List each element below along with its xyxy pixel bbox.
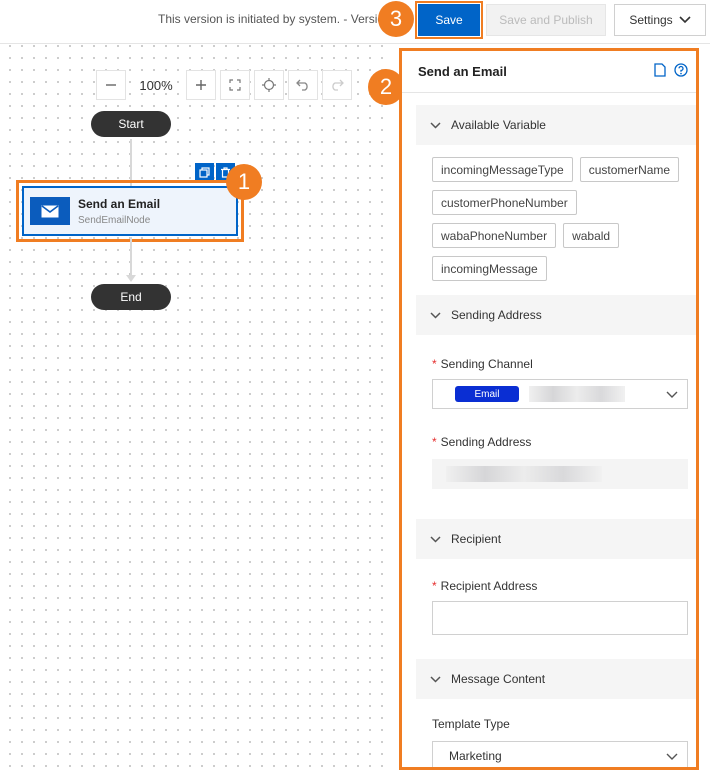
settings-button[interactable]: Settings — [614, 4, 706, 36]
chevron-down-icon — [679, 16, 691, 24]
callout-badge-3: 3 — [378, 1, 414, 37]
variable-tag[interactable]: wabaPhoneNumber — [432, 223, 557, 248]
chevron-down-icon — [430, 121, 441, 129]
recipient-address-input[interactable] — [432, 601, 688, 635]
crosshair-icon — [262, 78, 276, 92]
sending-channel-select[interactable]: Email — [432, 379, 688, 409]
copy-icon — [199, 167, 210, 178]
zoom-out-button[interactable] — [96, 70, 126, 100]
node-title: Send an Email — [78, 196, 161, 211]
section-title: Sending Address — [451, 308, 542, 322]
mail-icon — [30, 197, 70, 225]
channel-chip: Email — [455, 386, 519, 402]
section-message-content[interactable]: Message Content — [416, 659, 696, 699]
section-title: Message Content — [451, 672, 546, 686]
section-available-variable[interactable]: Available Variable — [416, 105, 696, 145]
settings-label: Settings — [629, 13, 673, 27]
redo-button[interactable] — [322, 70, 352, 100]
section-title: Recipient — [451, 532, 502, 546]
top-bar: This version is initiated by system. - V… — [0, 0, 710, 44]
callout-badge-1: 1 — [226, 164, 262, 200]
variable-tag[interactable]: customerName — [579, 157, 680, 182]
minus-icon — [106, 84, 116, 86]
zoom-toolbar: 100% — [96, 70, 352, 100]
section-recipient[interactable]: Recipient — [416, 519, 696, 559]
start-node[interactable]: Start — [91, 111, 171, 137]
redo-icon — [332, 79, 344, 91]
plus-icon — [196, 80, 206, 90]
arrow-down-icon — [126, 275, 136, 282]
node-subtitle: SendEmailNode — [78, 214, 151, 226]
undo-icon — [296, 79, 308, 91]
sending-channel-label: * Sending Channel — [432, 357, 533, 371]
sending-address-label: * Sending Address — [432, 435, 532, 449]
variable-tag[interactable]: incomingMessageType — [432, 157, 573, 182]
center-view-button[interactable] — [254, 70, 284, 100]
chevron-down-icon — [666, 753, 678, 760]
panel-title: Send an Email — [418, 64, 507, 79]
flow-canvas[interactable]: 100% Start Send an Email SendEmailNode E… — [0, 44, 388, 776]
variable-list: incomingMessageType customerName custome… — [432, 157, 682, 281]
document-icon[interactable] — [654, 63, 666, 77]
flow-edge — [130, 237, 132, 279]
chevron-down-icon — [430, 311, 441, 319]
variable-tag[interactable]: customerPhoneNumber — [432, 190, 577, 215]
chevron-down-icon — [430, 675, 441, 683]
panel-header: Send an Email — [402, 51, 696, 93]
chevron-down-icon — [430, 535, 441, 543]
recipient-address-label: * Recipient Address — [432, 579, 538, 593]
zoom-in-button[interactable] — [186, 70, 216, 100]
sending-address-field[interactable] — [432, 459, 688, 489]
redacted-value — [446, 466, 602, 482]
zoom-level: 100% — [139, 77, 173, 93]
save-and-publish-button[interactable]: Save and Publish — [486, 4, 606, 36]
template-type-select[interactable]: Marketing — [432, 741, 688, 767]
save-button[interactable]: Save — [415, 1, 483, 39]
template-type-value: Marketing — [449, 749, 502, 763]
section-title: Available Variable — [451, 118, 546, 132]
send-email-node[interactable]: Send an Email SendEmailNode — [16, 180, 244, 242]
node-config-panel: Send an Email Available Variable incomin… — [399, 48, 699, 770]
variable-tag[interactable]: incomingMessage — [432, 256, 547, 281]
section-sending-address[interactable]: Sending Address — [416, 295, 696, 335]
fit-screen-icon — [229, 79, 241, 91]
help-icon[interactable] — [674, 63, 688, 77]
undo-button[interactable] — [288, 70, 318, 100]
variable-tag[interactable]: wabald — [563, 223, 620, 248]
version-note: This version is initiated by system. - V… — [158, 12, 380, 26]
chevron-down-icon — [666, 391, 678, 398]
end-node[interactable]: End — [91, 284, 171, 310]
template-type-label: Template Type — [432, 717, 510, 731]
fit-view-button[interactable] — [220, 70, 250, 100]
redacted-value — [529, 386, 625, 402]
